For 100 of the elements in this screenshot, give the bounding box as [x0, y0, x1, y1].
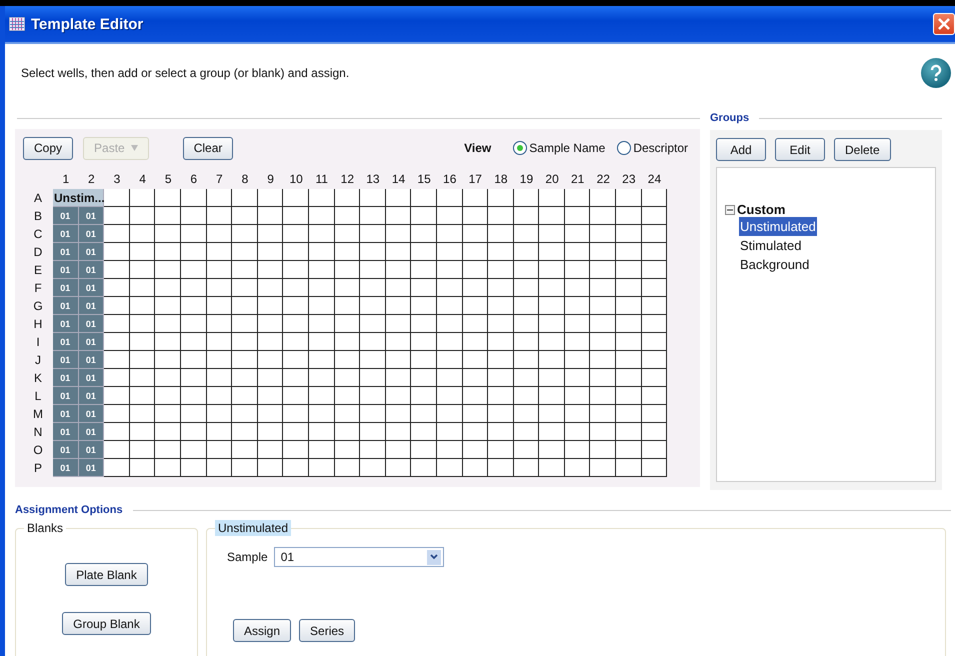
tree-item[interactable]: Background — [739, 255, 810, 274]
plate-well[interactable] — [590, 459, 616, 477]
plate-well[interactable] — [334, 279, 360, 297]
plate-well[interactable] — [360, 405, 386, 423]
plate-well[interactable] — [104, 441, 130, 459]
tree-item[interactable]: Stimulated — [739, 236, 802, 255]
plate-well[interactable] — [104, 351, 130, 369]
toolbar-button[interactable]: Clear — [182, 136, 234, 160]
plate-well[interactable] — [155, 405, 181, 423]
plate-well[interactable] — [104, 369, 130, 387]
plate-well[interactable] — [283, 333, 309, 351]
plate-well[interactable] — [206, 279, 232, 297]
plate-well[interactable] — [436, 297, 462, 315]
plate-well[interactable]: 01 — [78, 243, 104, 261]
plate-well[interactable] — [539, 387, 565, 405]
plate-well[interactable] — [308, 243, 335, 261]
plate-well[interactable] — [130, 207, 156, 225]
plate-well[interactable] — [360, 261, 386, 279]
plate-well[interactable] — [180, 207, 207, 225]
plate-well[interactable] — [642, 225, 668, 243]
plate-well[interactable] — [642, 315, 668, 333]
plate-well[interactable] — [334, 369, 360, 387]
plate-well[interactable] — [642, 423, 668, 441]
plate-well[interactable] — [206, 423, 232, 441]
plate-well[interactable] — [462, 423, 488, 441]
plate-well[interactable] — [616, 279, 642, 297]
plate-well[interactable]: 01 — [78, 369, 104, 387]
plate-well[interactable] — [514, 441, 540, 459]
plate-well[interactable] — [232, 261, 258, 279]
plate-well[interactable] — [564, 279, 590, 297]
plate-well[interactable] — [258, 243, 284, 261]
plate-well[interactable] — [386, 351, 412, 369]
plate-well[interactable] — [411, 423, 437, 441]
plate-well[interactable] — [564, 333, 590, 351]
plate-well[interactable] — [308, 387, 335, 405]
plate-well[interactable] — [334, 189, 360, 207]
plate-well[interactable] — [258, 351, 284, 369]
plate-well[interactable] — [308, 333, 335, 351]
plate-well[interactable] — [590, 369, 616, 387]
plate-well[interactable] — [488, 387, 514, 405]
plate-well[interactable] — [155, 387, 181, 405]
plate-well[interactable]: 01 — [53, 387, 79, 405]
plate-well[interactable] — [590, 279, 616, 297]
plate-well[interactable] — [564, 441, 590, 459]
plate-well[interactable] — [283, 189, 309, 207]
plate-well[interactable] — [436, 423, 462, 441]
plate-well[interactable] — [180, 351, 207, 369]
plate-well[interactable] — [283, 261, 309, 279]
plate-well[interactable]: Unstim... — [53, 189, 104, 207]
plate-well[interactable] — [232, 333, 258, 351]
plate-well[interactable] — [334, 207, 360, 225]
sample-dropdown[interactable]: 01 — [274, 547, 444, 567]
plate-well[interactable] — [283, 423, 309, 441]
plate-well[interactable] — [488, 225, 514, 243]
plate-well[interactable] — [616, 441, 642, 459]
plate-well[interactable] — [564, 369, 590, 387]
plate-well[interactable] — [130, 333, 156, 351]
plate-well[interactable] — [258, 459, 284, 477]
plate-well[interactable] — [539, 279, 565, 297]
plate-well[interactable] — [590, 441, 616, 459]
plate-well[interactable] — [616, 333, 642, 351]
blank-button[interactable]: Group Blank — [62, 612, 151, 635]
plate-well[interactable] — [462, 189, 488, 207]
plate-well[interactable] — [283, 351, 309, 369]
plate-well[interactable] — [488, 243, 514, 261]
plate-well[interactable] — [283, 369, 309, 387]
plate-well[interactable] — [436, 405, 462, 423]
plate-well[interactable] — [334, 423, 360, 441]
plate-well[interactable] — [436, 189, 462, 207]
group-button[interactable]: Add — [716, 138, 766, 161]
plate-well[interactable] — [206, 387, 232, 405]
plate-well[interactable] — [334, 405, 360, 423]
plate-well[interactable] — [436, 351, 462, 369]
plate-well[interactable] — [436, 441, 462, 459]
plate-well[interactable] — [258, 387, 284, 405]
plate-well[interactable] — [564, 297, 590, 315]
plate-well[interactable] — [488, 369, 514, 387]
plate-well[interactable] — [564, 387, 590, 405]
plate-well[interactable] — [616, 261, 642, 279]
plate-well[interactable] — [539, 351, 565, 369]
plate-well[interactable] — [130, 405, 156, 423]
plate-well[interactable] — [539, 405, 565, 423]
plate-well[interactable] — [462, 459, 488, 477]
plate-well[interactable] — [539, 333, 565, 351]
plate-well[interactable] — [155, 243, 181, 261]
plate-well[interactable] — [514, 459, 540, 477]
plate-well[interactable] — [514, 261, 540, 279]
plate-well[interactable] — [462, 297, 488, 315]
plate-well[interactable] — [590, 243, 616, 261]
plate-well[interactable] — [488, 441, 514, 459]
plate-well[interactable] — [360, 225, 386, 243]
plate-well[interactable]: 01 — [78, 351, 104, 369]
plate-well[interactable] — [564, 459, 590, 477]
plate-well[interactable] — [206, 333, 232, 351]
tree-item[interactable]: Unstimulated — [739, 217, 817, 236]
plate-well[interactable] — [258, 225, 284, 243]
plate-well[interactable] — [232, 441, 258, 459]
plate-well[interactable] — [130, 279, 156, 297]
plate-well[interactable]: 01 — [53, 333, 79, 351]
plate-well[interactable] — [616, 243, 642, 261]
